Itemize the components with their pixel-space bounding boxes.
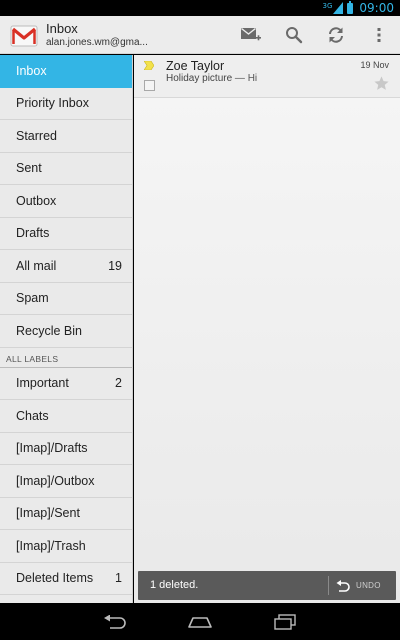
home-icon (188, 617, 212, 628)
sidebar-item-imap-trash[interactable]: [Imap]/Trash (0, 530, 132, 563)
sidebar-item-label: Starred (16, 128, 57, 143)
undo-label: UNDO (356, 581, 381, 590)
unread-count: 19 (108, 258, 122, 273)
sidebar-item-label: [Imap]/Drafts (16, 441, 88, 456)
sidebar-item-all-mail[interactable]: All mail 19 (0, 250, 132, 283)
sidebar-item-label: [Imap]/Outbox (16, 473, 95, 488)
message-subject: Holiday picture (166, 73, 233, 84)
sidebar-item-sent[interactable]: Sent (0, 153, 132, 185)
back-icon (104, 615, 126, 629)
sidebar-item-chats[interactable]: Chats (0, 400, 132, 433)
unread-count: 1 (115, 571, 122, 586)
sidebar-item-label: [Imap]/Sent (16, 506, 80, 521)
sidebar-item-imap-sent[interactable]: [Imap]/Sent (0, 498, 132, 530)
undo-message: 1 deleted. (150, 579, 199, 591)
sidebar-item-label: All mail (16, 258, 57, 273)
sidebar-item-label: Inbox (16, 63, 47, 78)
back-button[interactable] (100, 611, 130, 633)
sidebar-item-label: Spam (16, 291, 49, 306)
folder-sidebar: Inbox Priority Inbox Starred Sent Outbox… (0, 55, 133, 603)
status-icons: 3G 09:00 (322, 0, 394, 15)
all-labels-header: ALL LABELS (0, 348, 132, 368)
sidebar-item-label: Important (16, 376, 69, 391)
message-snippet: — Hi (232, 73, 258, 84)
sidebar-item-spam[interactable]: Spam (0, 283, 132, 315)
account-name[interactable]: alan.jones.wm@gma... (46, 37, 148, 48)
message-subject-line: Holiday picture — Hi (166, 73, 257, 84)
home-button[interactable] (185, 611, 215, 633)
undo-bar: 1 deleted. UNDO (138, 571, 396, 600)
undo-icon (336, 579, 350, 592)
action-bar: Inbox alan.jones.wm@gma... (0, 16, 400, 54)
sidebar-item-label: Recycle Bin (16, 323, 82, 338)
gmail-logo-icon[interactable] (10, 23, 38, 49)
overflow-menu-icon (377, 28, 381, 42)
message-date: 19 Nov (360, 60, 389, 70)
status-clock: 09:00 (359, 1, 394, 15)
sidebar-item-label: Sent (16, 161, 42, 176)
refresh-icon (329, 27, 343, 43)
search-icon (286, 27, 303, 44)
overflow-menu-button[interactable] (365, 21, 393, 49)
message-list: Zoe Taylor Holiday picture — Hi 19 Nov 1… (134, 55, 400, 603)
sidebar-item-drafts[interactable]: Drafts (0, 218, 132, 250)
sidebar-item-outbox[interactable]: Outbox (0, 185, 132, 218)
sidebar-item-imap-drafts[interactable]: [Imap]/Drafts (0, 433, 132, 465)
compose-button[interactable] (237, 21, 265, 49)
refresh-button[interactable] (322, 21, 350, 49)
sidebar-item-label: [Imap]/Trash (16, 538, 86, 553)
sidebar-item-deleted-items[interactable]: Deleted Items 1 (0, 563, 132, 595)
status-bar: 3G 09:00 (0, 0, 400, 16)
recent-apps-icon (274, 614, 296, 630)
important-marker-icon[interactable] (144, 61, 154, 70)
sidebar-item-label: Outbox (16, 193, 57, 208)
page-title: Inbox (46, 21, 78, 36)
sidebar-item-label: Deleted Items (16, 571, 94, 586)
signal-icon (333, 2, 344, 14)
unread-count: 2 (115, 376, 122, 391)
sidebar-item-inbox[interactable]: Inbox (0, 55, 132, 88)
undo-divider (328, 576, 329, 595)
sidebar-item-important[interactable]: Important 2 (0, 368, 132, 400)
compose-icon (241, 27, 261, 41)
recent-apps-button[interactable] (270, 611, 300, 633)
sidebar-item-recycle-bin[interactable]: Recycle Bin (0, 315, 132, 348)
network-type: 3G (322, 2, 333, 10)
message-sender: Zoe Taylor (166, 59, 225, 73)
sidebar-item-starred[interactable]: Starred (0, 120, 132, 153)
sidebar-item-label: Drafts (16, 226, 50, 241)
undo-button[interactable]: UNDO (336, 576, 381, 595)
message-row[interactable]: Zoe Taylor Holiday picture — Hi 19 Nov (134, 55, 400, 98)
system-nav-bar (0, 603, 400, 640)
sidebar-item-label: Priority Inbox (16, 96, 89, 111)
sidebar-item-imap-outbox[interactable]: [Imap]/Outbox (0, 465, 132, 498)
message-checkbox[interactable] (144, 80, 155, 91)
battery-icon (347, 0, 354, 14)
sidebar-item-priority-inbox[interactable]: Priority Inbox (0, 88, 132, 120)
sidebar-item-label: Chats (16, 408, 49, 423)
search-button[interactable] (280, 21, 308, 49)
star-icon[interactable] (373, 75, 390, 92)
